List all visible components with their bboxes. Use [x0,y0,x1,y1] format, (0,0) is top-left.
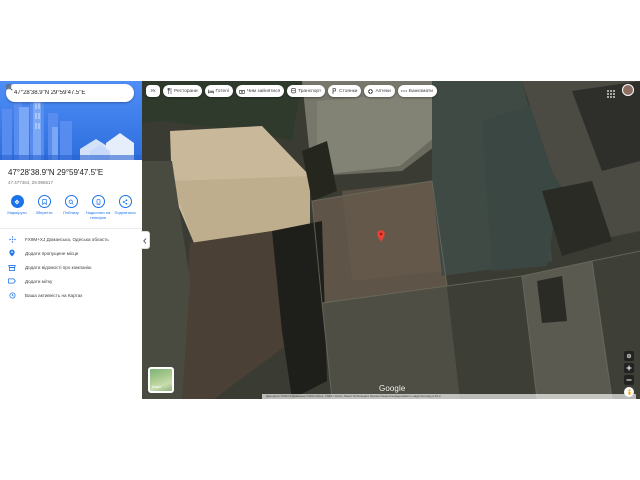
add-business-text: Додати відомості про компанію [25,264,92,270]
add-business-row[interactable]: Додати відомості про компанію [0,260,142,274]
layers-label: Шари [152,385,162,389]
search-box[interactable] [6,84,134,102]
history-icon [8,291,16,299]
add-place-text: Додати пропущене місце [25,250,79,256]
maps-activity-row[interactable]: Ваша активність на Картах [0,288,142,302]
bookmark-icon [37,195,51,208]
google-apps-icon[interactable] [606,86,616,98]
chip-attractions[interactable]: Чим зайнятися [235,85,285,97]
send-to-phone-icon [91,195,105,208]
directions-icon [10,195,24,208]
chip-restaurants-label: Ресторани [174,88,198,94]
nearby-icon [64,195,78,208]
parking-icon [331,88,337,94]
chip-restaurants[interactable]: Ресторани [163,85,202,97]
pegman-button[interactable] [624,387,634,397]
map-controls [624,351,634,397]
my-location-icon [626,353,632,359]
top-blank-area [0,0,640,81]
chip-hotels[interactable]: Готелі [204,85,233,97]
satellite-map[interactable]: Ук Ресторани Готелі Чим зайнятися Трансп… [142,81,640,399]
chip-pharmacy[interactable]: Аптеки [364,85,395,97]
google-logo: Google [379,384,406,393]
action-bar: Маршрути Зберегти Поблизу Надіслати на т… [4,195,138,225]
plus-code-icon [8,235,16,243]
close-icon[interactable] [6,84,128,100]
share-icon [118,195,132,208]
pharmacy-icon [367,88,373,94]
directions-button[interactable]: Маршрути [4,195,30,225]
nearby-button[interactable]: Поблизу [58,195,84,225]
bottom-blank-area [0,399,640,480]
label-icon [8,277,16,285]
send-to-phone-button[interactable]: Надіслати на телефон [85,195,111,225]
maps-activity-text: Ваша активність на Картах [25,292,83,298]
language-chip[interactable]: Ук [146,85,160,97]
save-button[interactable]: Зберегти [31,195,57,225]
plus-code-row[interactable]: FX9M+XJ Доманська, Одеська область [0,232,142,246]
zoom-in-button[interactable] [624,363,634,373]
nearby-label: Поблизу [63,210,79,215]
layers-button[interactable]: Шари [148,367,174,393]
pegman-icon [627,388,632,396]
place-coordinates: 47.477464, 29.996517 [8,180,54,185]
add-label-row[interactable]: Додати мітку [0,274,142,288]
plus-code-text: FX9M+XJ Доманська, Одеська область [25,236,109,242]
place-hero-image [0,81,142,160]
account-avatar[interactable] [622,84,634,96]
map-attribution: Дані карти ©2023 Зображення ©2023 Airbus… [262,394,636,399]
more-icon [400,88,407,94]
chip-transit[interactable]: Транспорт [287,85,326,97]
chip-atm-label: Банкомати [408,88,433,94]
place-title: 47°28'38.9"N 29°59'47.5"E [8,168,104,177]
chevron-left-icon [143,231,147,249]
chip-atm[interactable]: Банкомати [397,85,437,97]
search-icon[interactable] [6,84,114,100]
minus-icon [626,377,632,383]
location-pin-icon[interactable] [377,229,385,242]
add-place-icon [8,249,16,257]
share-label: Поділитися [114,210,136,215]
language-chip-label: Ук [150,88,156,94]
add-place-row[interactable]: Додати пропущене місце [0,246,142,260]
chip-attractions-label: Чим зайнятися [246,88,281,94]
chip-pharmacy-label: Аптеки [375,88,391,94]
chip-hotels-label: Готелі [215,88,229,94]
category-chips: Ук Ресторани Готелі Чим зайнятися Трансп… [146,85,437,97]
chip-parking-label: Стоянки [339,88,358,94]
collapse-panel-button[interactable] [141,231,150,249]
transit-icon [290,88,296,94]
chip-transit-label: Транспорт [298,88,322,94]
chip-parking[interactable]: Стоянки [328,85,362,97]
save-label: Зберегти [35,210,53,215]
restaurant-icon [166,88,172,94]
search-input[interactable] [14,90,100,96]
attractions-icon [238,88,245,94]
my-location-button[interactable] [624,351,634,361]
divider [0,228,142,229]
hotel-icon [207,88,214,94]
send-to-phone-label: Надіслати на телефон [85,210,111,220]
zoom-out-button[interactable] [624,375,634,385]
share-button[interactable]: Поділитися [112,195,138,225]
add-label-text: Додати мітку [25,278,53,284]
plus-icon [626,365,632,371]
add-business-icon [8,263,16,271]
satellite-imagery [142,81,640,399]
info-list: FX9M+XJ Доманська, Одеська область Додат… [0,232,142,302]
directions-label: Маршрути [7,210,27,215]
side-panel: 47°28'38.9"N 29°59'47.5"E 47.477464, 29.… [0,81,143,399]
